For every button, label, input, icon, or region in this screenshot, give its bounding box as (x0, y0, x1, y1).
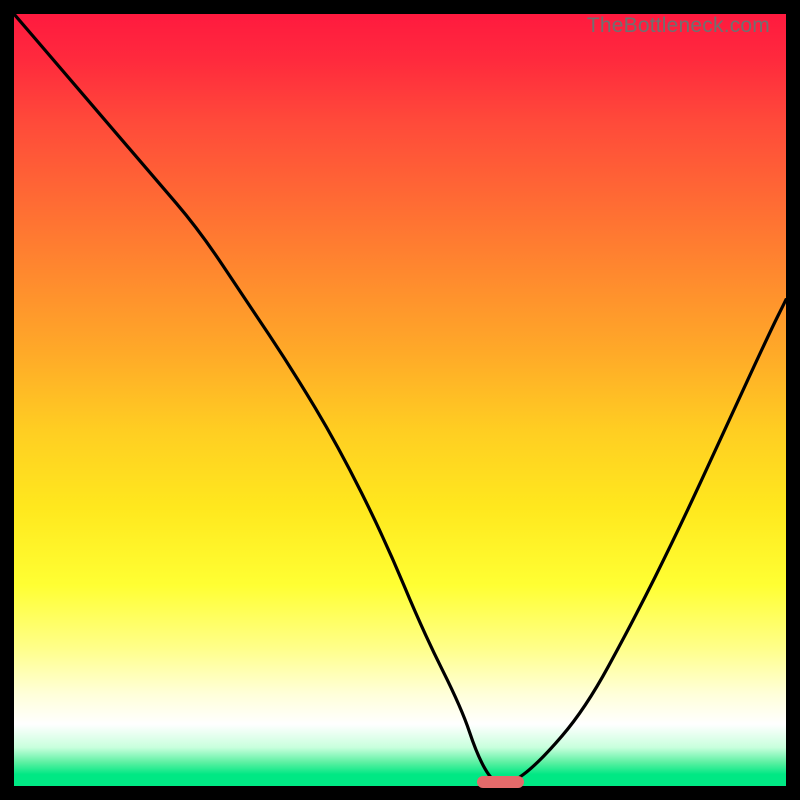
bottleneck-curve (14, 14, 786, 786)
plot-area: TheBottleneck.com (14, 14, 786, 786)
chart-frame: TheBottleneck.com (0, 0, 800, 800)
optimal-range-marker (477, 776, 523, 788)
